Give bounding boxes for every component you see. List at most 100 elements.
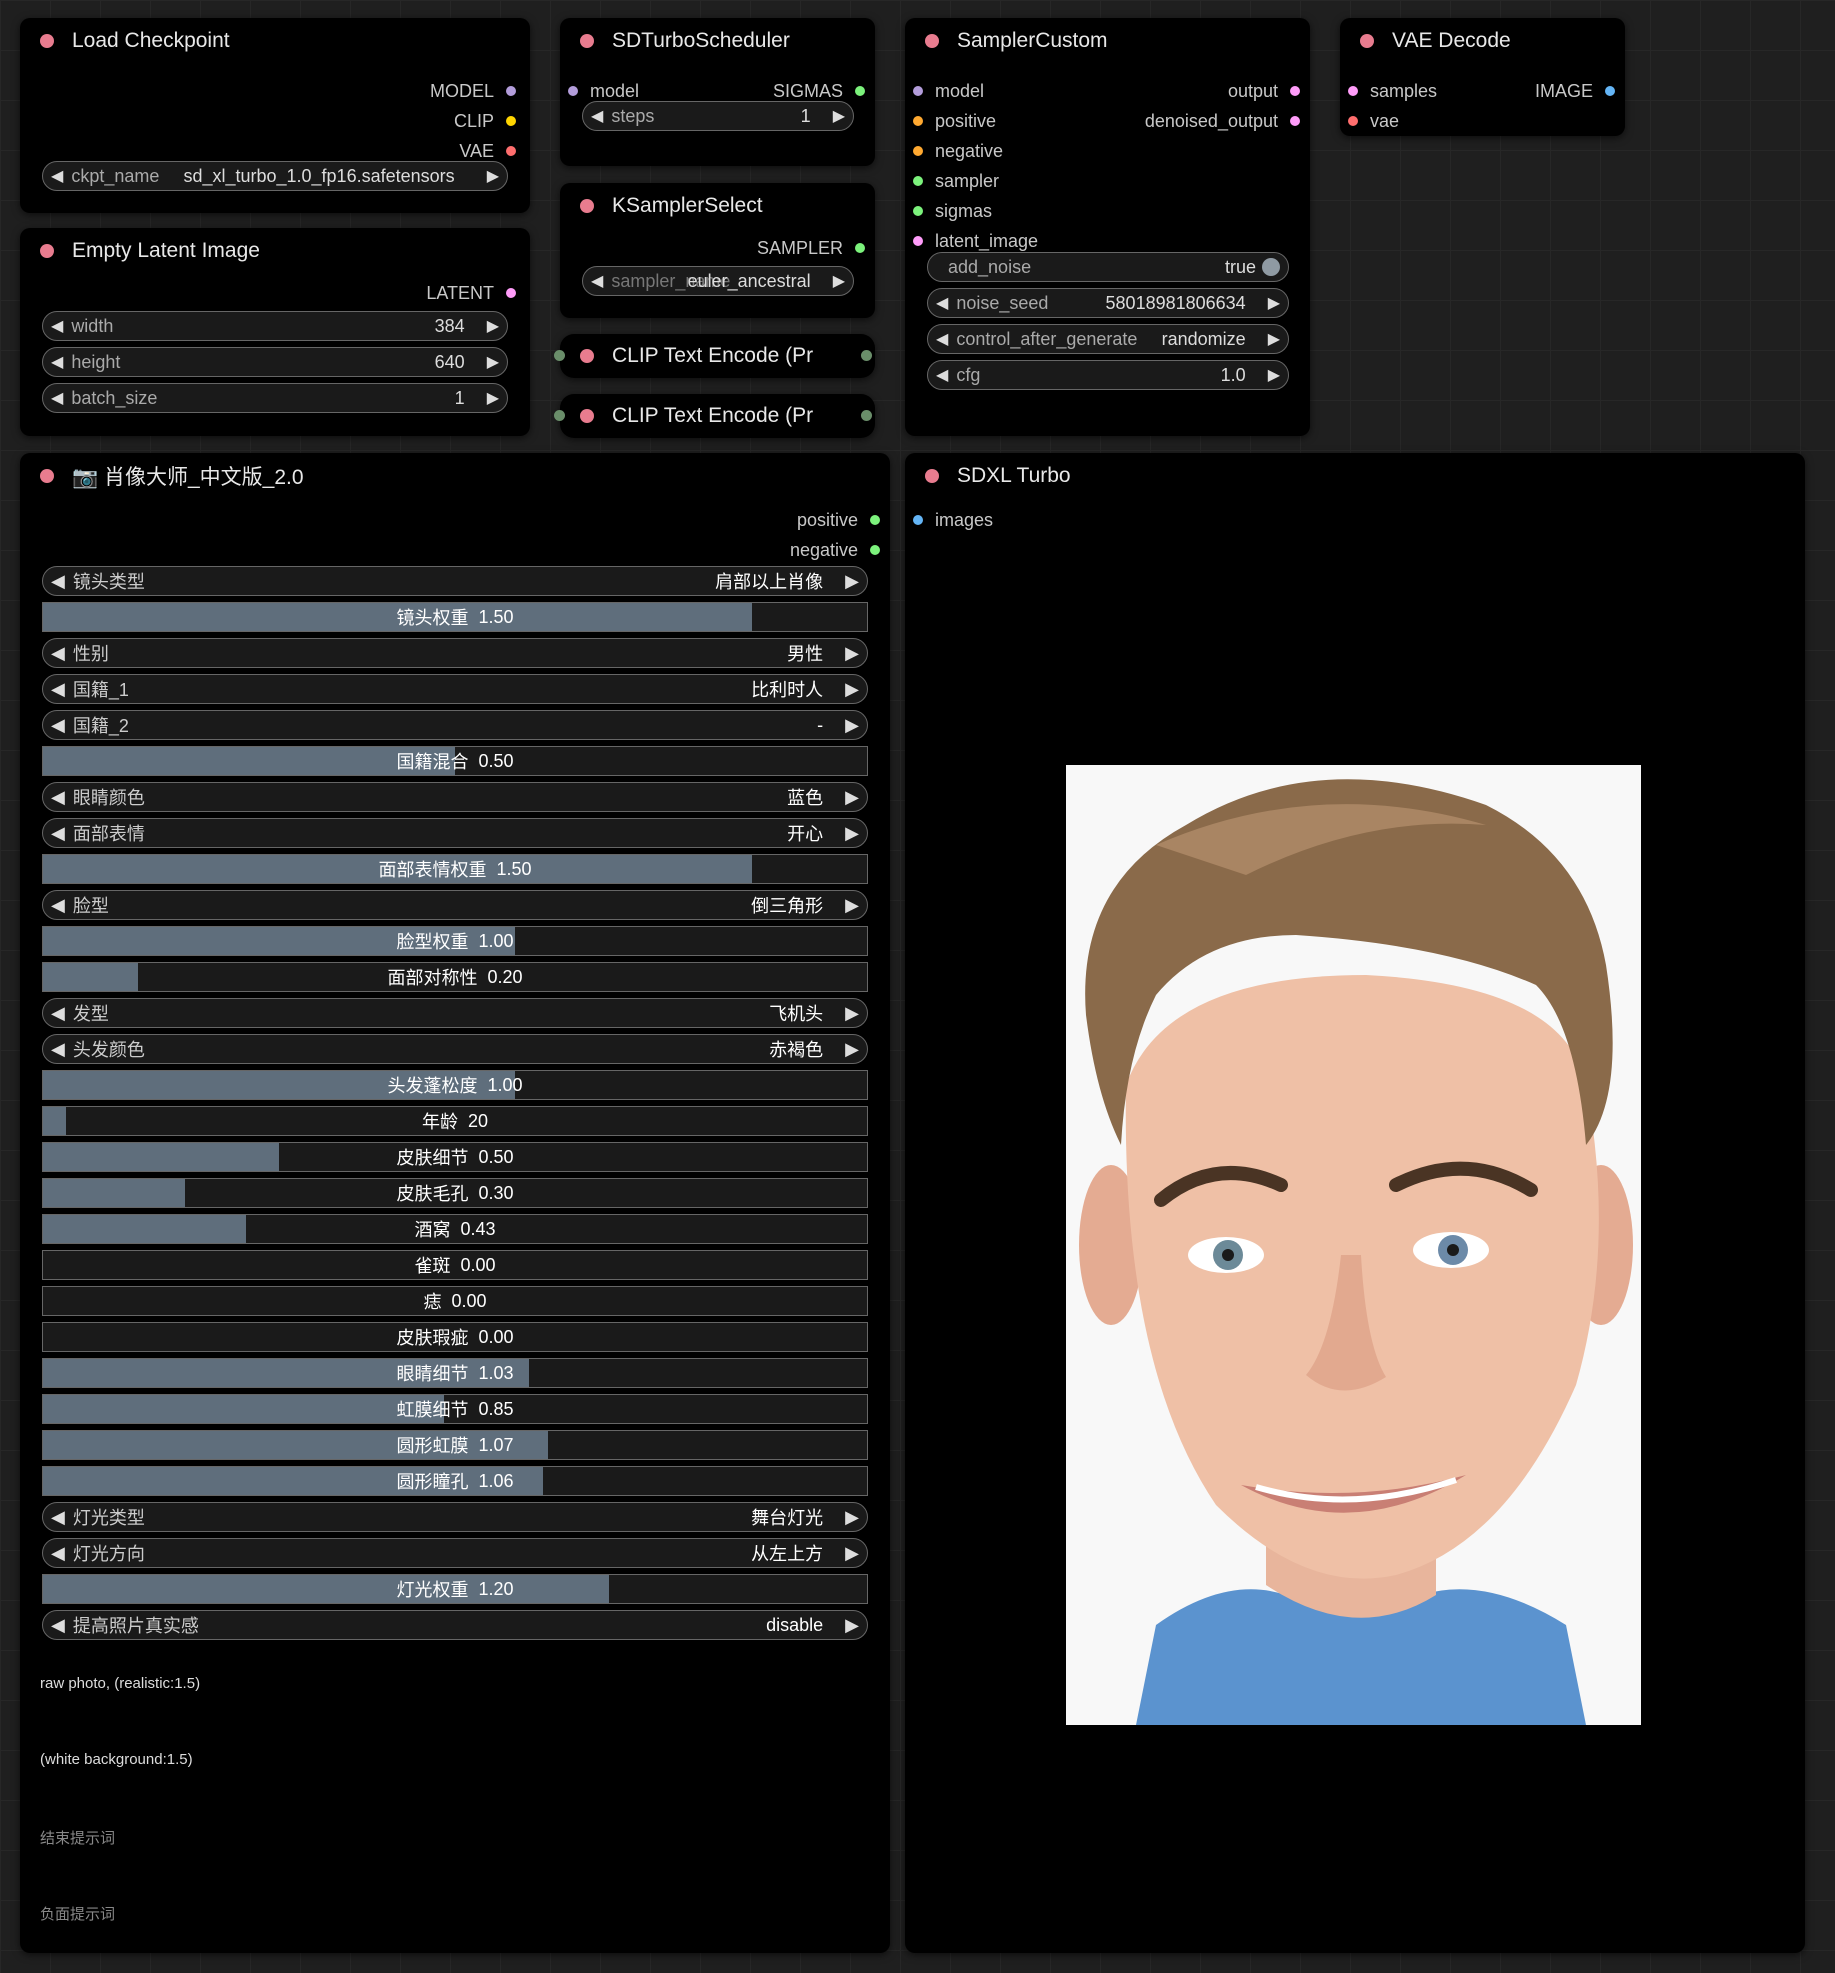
- slider-widget[interactable]: 圆形瞳孔 1.06: [42, 1466, 868, 1496]
- input-latent-image[interactable]: latent_image: [913, 230, 1038, 252]
- clip-text-encode-node-2[interactable]: CLIP Text Encode (Pr: [554, 394, 875, 438]
- arrow-left-icon[interactable]: ◀: [43, 1003, 73, 1024]
- combo-widget[interactable]: ◀ 脸型 倒三角形 ▶: [42, 890, 868, 920]
- arrow-left-icon[interactable]: ◀: [43, 1507, 73, 1528]
- sd-turbo-scheduler-node[interactable]: SDTurboScheduler model SIGMAS ◀ steps 1 ▶: [560, 18, 875, 166]
- end-prompt-placeholder[interactable]: 结束提示词: [40, 1827, 115, 1848]
- noise-seed-input[interactable]: ◀ noise_seed 58018981806634 ▶: [927, 288, 1289, 318]
- output-vae[interactable]: VAE: [459, 140, 516, 162]
- arrow-right-icon[interactable]: ▶: [837, 679, 867, 700]
- batch-size-input[interactable]: ◀ batch_size 1 ▶: [42, 383, 508, 413]
- arrow-left-icon[interactable]: ◀: [928, 293, 956, 313]
- arrow-left-icon[interactable]: ◀: [43, 388, 71, 408]
- arrow-left-icon[interactable]: ◀: [43, 571, 73, 592]
- arrow-left-icon[interactable]: ◀: [43, 1615, 73, 1636]
- output-clip[interactable]: CLIP: [454, 110, 516, 132]
- arrow-right-icon[interactable]: ▶: [837, 895, 867, 916]
- arrow-left-icon[interactable]: ◀: [928, 365, 956, 385]
- output-denoised[interactable]: denoised_output: [1145, 110, 1300, 132]
- input-sampler[interactable]: sampler: [913, 170, 999, 192]
- output-image[interactable]: IMAGE: [1535, 80, 1615, 102]
- vae-decode-node[interactable]: VAE Decode samples vae IMAGE: [1340, 18, 1625, 136]
- arrow-right-icon[interactable]: ▶: [479, 388, 507, 408]
- arrow-left-icon[interactable]: ◀: [43, 1039, 73, 1060]
- arrow-right-icon[interactable]: ▶: [837, 1003, 867, 1024]
- output-output[interactable]: output: [1228, 80, 1300, 102]
- combo-widget[interactable]: ◀ 眼睛颜色 蓝色 ▶: [42, 782, 868, 812]
- arrow-right-icon[interactable]: ▶: [837, 1039, 867, 1060]
- ckpt-name-combo[interactable]: ◀ ckpt_name sd_xl_turbo_1.0_fp16.safeten…: [42, 161, 508, 191]
- output-negative[interactable]: negative: [790, 539, 880, 561]
- input-images[interactable]: images: [913, 509, 993, 531]
- white-bg-prompt-text[interactable]: (white background:1.5): [40, 1751, 193, 1768]
- slider-widget[interactable]: 酒窝 0.43: [42, 1214, 868, 1244]
- slider-widget[interactable]: 面部表情权重 1.50: [42, 854, 868, 884]
- slider-widget[interactable]: 灯光权重 1.20: [42, 1574, 868, 1604]
- input-vae[interactable]: vae: [1348, 110, 1399, 132]
- cfg-input[interactable]: ◀ cfg 1.0 ▶: [927, 360, 1289, 390]
- empty-latent-node[interactable]: Empty Latent Image LATENT ◀ width 384 ▶ ◀ he…: [20, 228, 530, 436]
- arrow-right-icon[interactable]: ▶: [1260, 293, 1288, 313]
- combo-widget[interactable]: ◀ 提高照片真实感 disable ▶: [42, 1610, 868, 1640]
- output-pin[interactable]: [861, 410, 872, 421]
- slider-widget[interactable]: 年龄 20: [42, 1106, 868, 1136]
- height-input[interactable]: ◀ height 640 ▶: [42, 347, 508, 377]
- slider-widget[interactable]: 圆形虹膜 1.07: [42, 1430, 868, 1460]
- slider-widget[interactable]: 镜头权重 1.50: [42, 602, 868, 632]
- arrow-right-icon[interactable]: ▶: [837, 787, 867, 808]
- slider-widget[interactable]: 雀斑 0.00: [42, 1250, 868, 1280]
- toggle-knob-icon[interactable]: [1262, 258, 1280, 276]
- combo-widget[interactable]: ◀ 发型 飞机头 ▶: [42, 998, 868, 1028]
- arrow-right-icon[interactable]: ▶: [837, 643, 867, 664]
- arrow-right-icon[interactable]: ▶: [1260, 329, 1288, 349]
- arrow-left-icon[interactable]: ◀: [928, 329, 956, 349]
- arrow-left-icon[interactable]: ◀: [43, 895, 73, 916]
- arrow-right-icon[interactable]: ▶: [837, 571, 867, 592]
- width-input[interactable]: ◀ width 384 ▶: [42, 311, 508, 341]
- sampler-name-combo[interactable]: ◀ sampler_name euler_ancestral ▶: [582, 266, 854, 296]
- arrow-right-icon[interactable]: ▶: [825, 106, 853, 126]
- arrow-left-icon[interactable]: ◀: [43, 715, 73, 736]
- steps-input[interactable]: ◀ steps 1 ▶: [582, 101, 854, 131]
- slider-widget[interactable]: 国籍混合 0.50: [42, 746, 868, 776]
- input-samples[interactable]: samples: [1348, 80, 1437, 102]
- slider-widget[interactable]: 虹膜细节 0.85: [42, 1394, 868, 1424]
- arrow-left-icon[interactable]: ◀: [43, 352, 71, 372]
- input-positive[interactable]: positive: [913, 110, 996, 132]
- clip-text-encode-node-1[interactable]: CLIP Text Encode (Pr: [554, 334, 875, 378]
- output-sigmas[interactable]: SIGMAS: [773, 80, 865, 102]
- negative-prompt-placeholder[interactable]: 负面提示词: [40, 1903, 115, 1924]
- combo-widget[interactable]: ◀ 镜头类型 肩部以上肖像 ▶: [42, 566, 868, 596]
- arrow-right-icon[interactable]: ▶: [837, 1507, 867, 1528]
- input-sigmas[interactable]: sigmas: [913, 200, 992, 222]
- arrow-left-icon[interactable]: ◀: [583, 106, 611, 126]
- combo-widget[interactable]: ◀ 面部表情 开心 ▶: [42, 818, 868, 848]
- arrow-right-icon[interactable]: ▶: [825, 271, 853, 291]
- slider-widget[interactable]: 皮肤毛孔 0.30: [42, 1178, 868, 1208]
- add-noise-toggle[interactable]: add_noise true: [927, 252, 1289, 282]
- arrow-right-icon[interactable]: ▶: [837, 1543, 867, 1564]
- portrait-master-node[interactable]: 📷 肖像大师_中文版_2.0 positive negative ◀ 镜头类型 肩部…: [20, 453, 890, 1953]
- load-checkpoint-node[interactable]: Load Checkpoint MODEL CLIP VAE ◀ ckpt_na…: [20, 18, 530, 213]
- combo-widget[interactable]: ◀ 性别 男性 ▶: [42, 638, 868, 668]
- positive-prompt-text[interactable]: raw photo, (realistic:1.5): [40, 1675, 200, 1692]
- arrow-right-icon[interactable]: ▶: [1260, 365, 1288, 385]
- arrow-right-icon[interactable]: ▶: [837, 823, 867, 844]
- sampler-custom-node[interactable]: SamplerCustom model positive negative sa…: [905, 18, 1310, 436]
- sdxl-turbo-preview-node[interactable]: SDXL Turbo images: [905, 453, 1805, 1953]
- arrow-right-icon[interactable]: ▶: [479, 352, 507, 372]
- ksampler-select-node[interactable]: KSamplerSelect SAMPLER ◀ sampler_name eule…: [560, 183, 875, 318]
- slider-widget[interactable]: 皮肤瑕疵 0.00: [42, 1322, 868, 1352]
- arrow-left-icon[interactable]: ◀: [43, 1543, 73, 1564]
- arrow-left-icon[interactable]: ◀: [43, 643, 73, 664]
- combo-widget[interactable]: ◀ 国籍_1 比利时人 ▶: [42, 674, 868, 704]
- input-model[interactable]: model: [913, 80, 984, 102]
- arrow-left-icon[interactable]: ◀: [43, 166, 71, 186]
- combo-widget[interactable]: ◀ 国籍_2 - ▶: [42, 710, 868, 740]
- arrow-left-icon[interactable]: ◀: [43, 823, 73, 844]
- combo-widget[interactable]: ◀ 灯光类型 舞台灯光 ▶: [42, 1502, 868, 1532]
- arrow-left-icon[interactable]: ◀: [43, 316, 71, 336]
- output-latent[interactable]: LATENT: [426, 282, 516, 304]
- arrow-left-icon[interactable]: ◀: [43, 679, 73, 700]
- combo-widget[interactable]: ◀ 灯光方向 从左上方 ▶: [42, 1538, 868, 1568]
